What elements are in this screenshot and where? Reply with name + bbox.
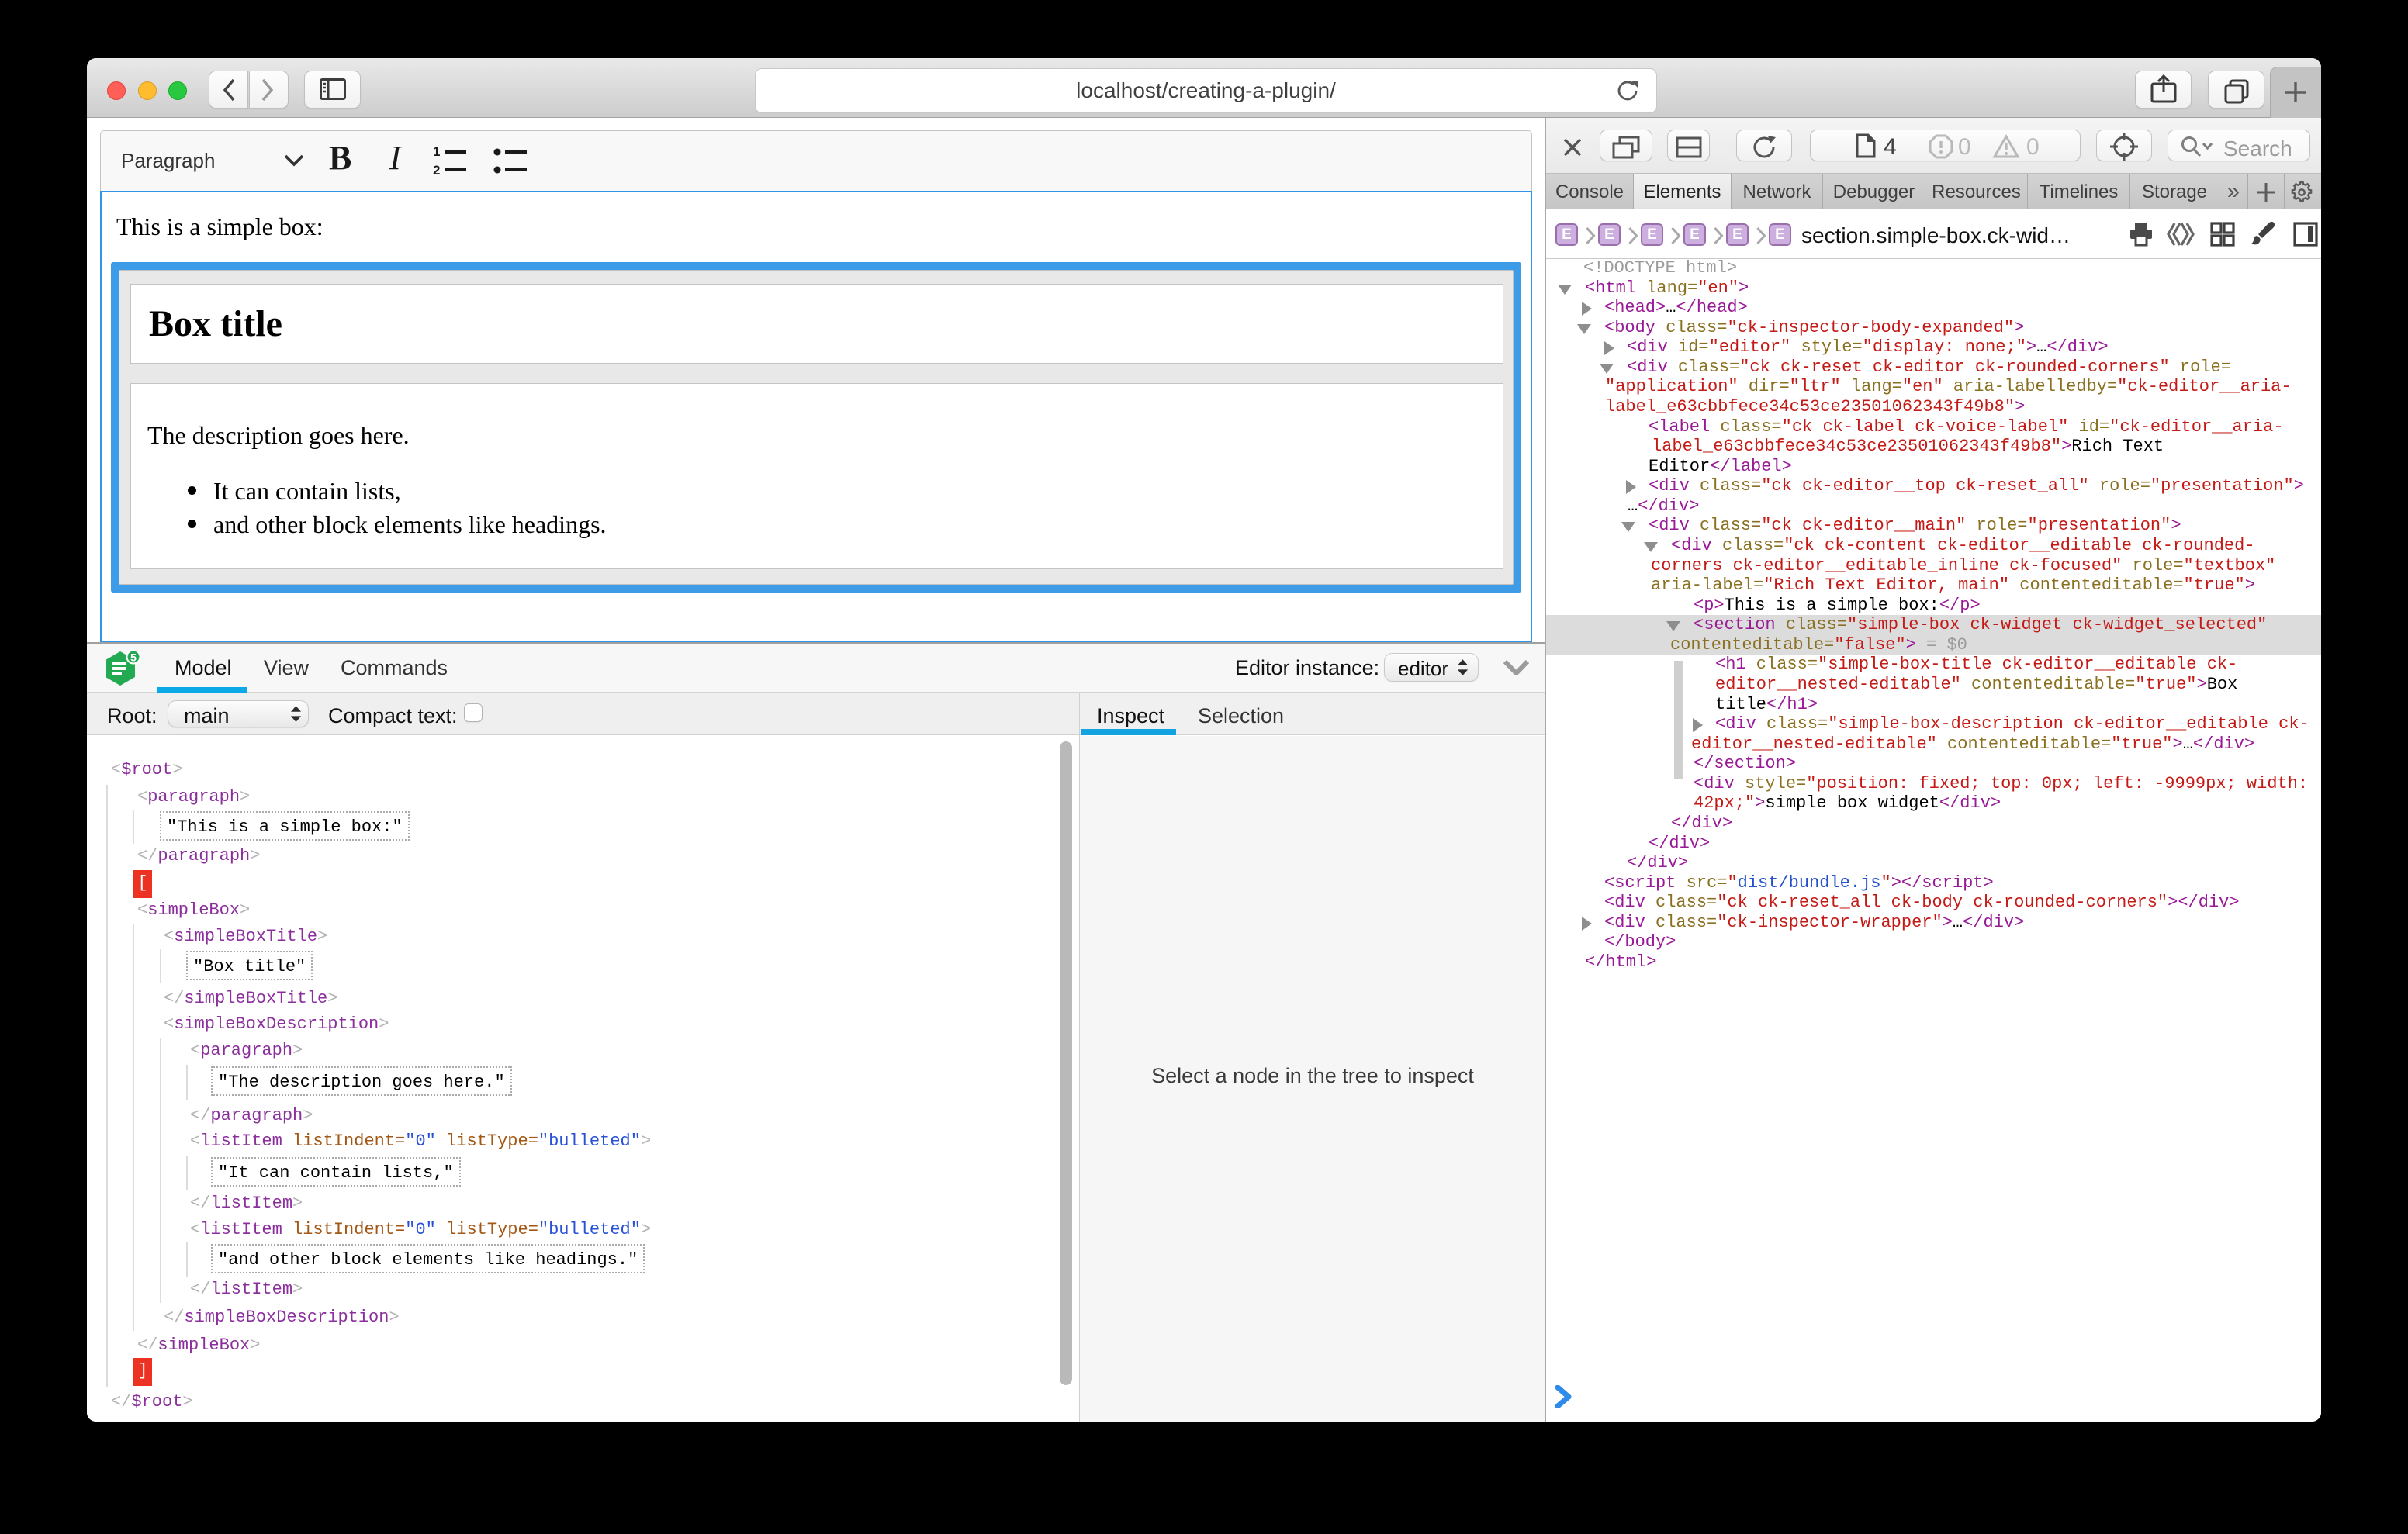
svg-text:5: 5 (130, 651, 137, 664)
svg-text:2: 2 (433, 163, 440, 177)
svg-text:1: 1 (433, 144, 440, 159)
